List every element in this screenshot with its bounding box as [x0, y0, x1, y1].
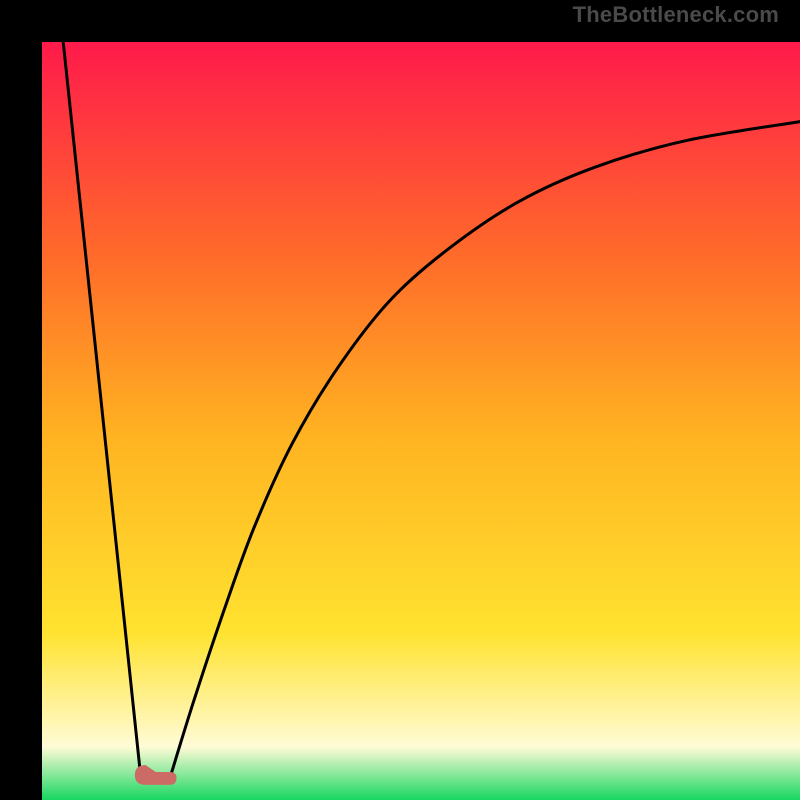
chart-frame: TheBottleneck.com: [0, 0, 800, 800]
gradient-background: [42, 42, 800, 800]
plot-area: [21, 21, 779, 779]
watermark-text: TheBottleneck.com: [573, 2, 779, 28]
chart-svg: [42, 42, 800, 800]
